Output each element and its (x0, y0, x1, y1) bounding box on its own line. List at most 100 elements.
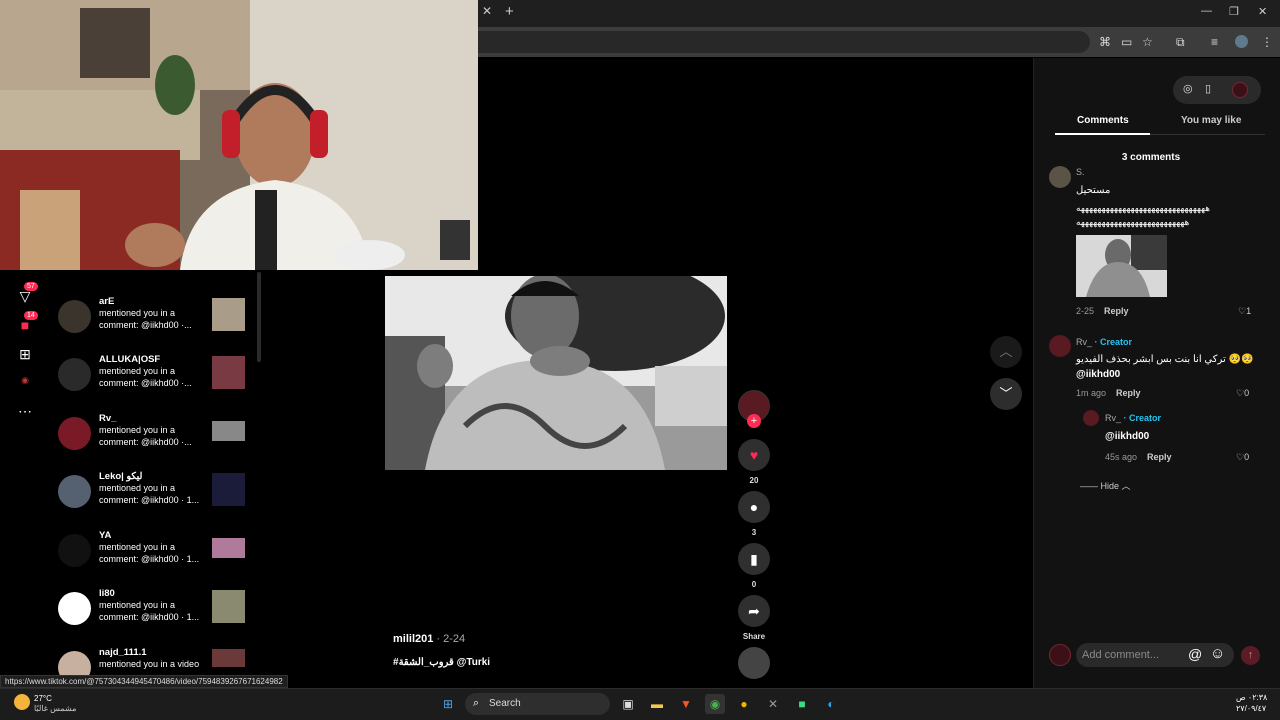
reply-avatar[interactable] (1083, 410, 1099, 426)
comment-like[interactable]: ♡1 (1238, 306, 1251, 317)
notification-item[interactable]: li80 mentioned you in a comment: @iikhd0… (52, 588, 252, 642)
upload-icon[interactable]: ⊞ (12, 346, 38, 366)
comment-avatar[interactable] (1049, 166, 1071, 188)
notification-message: mentioned you in a comment: @iikhd00 ·..… (99, 366, 192, 388)
mention-link[interactable]: @iikhd00 (1105, 431, 1149, 442)
profile-icon[interactable] (1235, 35, 1248, 48)
minimize-icon[interactable]: — (1201, 5, 1212, 17)
weather-icon[interactable] (14, 694, 30, 710)
sidebar-scrollbar[interactable] (257, 272, 261, 362)
comment-like[interactable]: ♡0 (1236, 388, 1249, 399)
previous-video-button[interactable]: ︿ (990, 336, 1022, 368)
address-bar[interactable] (478, 31, 1090, 53)
send-button[interactable]: ↑ (1241, 646, 1260, 665)
tab-comments[interactable]: Comments (1077, 115, 1129, 126)
weather-condition[interactable]: مشمس غالبًا (34, 704, 76, 713)
weather-temp[interactable]: 27°C (34, 694, 52, 703)
reply-author[interactable]: Rv_ · Creator (1105, 413, 1161, 423)
chrome-icon[interactable]: ◉ (705, 694, 725, 714)
media-icon[interactable]: ≡ (1211, 35, 1218, 49)
comment-icon[interactable]: ● (738, 491, 770, 523)
video-player[interactable] (385, 276, 727, 470)
comment-author[interactable]: Rv_ · Creator (1076, 337, 1132, 347)
like-action[interactable]: ♥ 20 (738, 439, 770, 485)
star-icon[interactable]: ☆ (1142, 35, 1153, 49)
tab-you-may-like[interactable]: You may like (1181, 115, 1241, 126)
video-author[interactable]: milil201 · 2-24 (393, 633, 465, 645)
status-url: https://www.tiktok.com/@7573043449454704… (0, 675, 288, 688)
notification-item[interactable]: Rv_ mentioned you in a comment: @iikhd00… (52, 413, 252, 467)
notification-item[interactable]: arE mentioned you in a comment: @iikhd00… (52, 296, 252, 350)
notification-item[interactable]: YA mentioned you in a comment: @iikhd00 … (52, 530, 252, 584)
close-window-icon[interactable]: ✕ (1258, 5, 1267, 18)
app-icon[interactable]: ✕ (763, 694, 783, 714)
close-tab-icon[interactable]: ✕ (482, 4, 496, 18)
share-action[interactable]: ➦ Share (738, 595, 770, 641)
notification-item[interactable]: Leko| ليكو mentioned you in a comment: @… (52, 471, 252, 525)
comment-avatar[interactable] (1049, 335, 1071, 357)
reply-like[interactable]: ♡0 (1236, 452, 1249, 463)
taskbar-search[interactable]: ⌕ Search (465, 693, 610, 715)
reply-button[interactable]: Reply (1147, 452, 1172, 462)
comment-text-line: هههههههههههههههههههههههههههههههه (1076, 203, 1211, 213)
restore-icon[interactable]: ❐ (1229, 5, 1239, 18)
reply-button[interactable]: Reply (1104, 306, 1129, 316)
comment-image[interactable] (1076, 235, 1167, 297)
comment-time: 2-25 (1076, 306, 1095, 316)
compass-icon[interactable]: ◎ (1183, 82, 1193, 95)
hide-replies-button[interactable]: —— Hide ︿ (1080, 479, 1131, 492)
avatar (58, 475, 91, 508)
save-action[interactable]: ▮ 0 (738, 543, 770, 589)
browser-tabstrip (478, 0, 1280, 27)
reply-button[interactable]: Reply (1116, 388, 1141, 398)
notification-thumbnail (212, 649, 245, 667)
menu-icon[interactable]: ⋮ (1261, 35, 1273, 49)
comment-author-name[interactable]: Rv_ (1076, 337, 1092, 347)
reply-author-name[interactable]: Rv_ (1105, 413, 1121, 423)
heart-icon[interactable]: ♥ (738, 439, 770, 471)
share-icon[interactable]: ➦ (738, 595, 770, 627)
task-view-icon[interactable]: ▣ (618, 694, 638, 714)
avatar (58, 358, 91, 391)
clock-time[interactable]: ٠٢:٣٨ ص (1236, 693, 1267, 702)
notification-message: mentioned you in a comment: @iikhd00 · 1… (99, 600, 200, 622)
translate-icon[interactable]: ⌘ (1099, 35, 1111, 49)
video-frame (385, 276, 727, 470)
comment-time: 1m ago (1076, 388, 1107, 398)
activity-icon[interactable]: ▽ 57 (12, 282, 38, 308)
extensions-icon[interactable]: ⧉ (1176, 35, 1185, 50)
more-icon[interactable]: ⋯ (12, 403, 38, 423)
file-explorer-icon[interactable]: ▬ (647, 694, 667, 714)
mention-link[interactable]: @iikhd00 (1076, 369, 1120, 380)
comment-action[interactable]: ● 3 (738, 491, 770, 537)
follow-button[interactable]: + (747, 414, 761, 428)
emoji-icon[interactable]: ☺ (1210, 645, 1225, 662)
cast-icon[interactable]: ▭ (1121, 35, 1132, 49)
avatar (58, 534, 91, 567)
profile-nav-icon[interactable]: ◉ (12, 375, 38, 395)
android-icon[interactable]: ■ (792, 694, 812, 714)
notification-item[interactable]: ALLUKA|OSF mentioned you in a comment: @… (52, 354, 252, 408)
bookmark-icon[interactable]: ▮ (738, 543, 770, 575)
hide-label[interactable]: Hide (1101, 481, 1120, 491)
music-disc[interactable] (738, 647, 770, 679)
comment-count: 3 (751, 528, 757, 537)
edge-icon[interactable]: ◐ (821, 694, 841, 714)
avatar (58, 417, 91, 450)
next-video-button[interactable]: ﹀ (990, 378, 1022, 410)
clock-date[interactable]: ٢٧/٠٩/٤٧ (1236, 704, 1266, 713)
comment-input[interactable] (1082, 646, 1192, 664)
brave-icon[interactable]: ▼ (676, 694, 696, 714)
webcam-overlay (0, 0, 478, 270)
messages-icon[interactable]: ■ 14 (12, 311, 38, 337)
start-icon[interactable]: ⊞ (438, 694, 458, 714)
author-name[interactable]: milil201 (393, 633, 433, 645)
discord-icon[interactable]: ● (734, 694, 754, 714)
new-tab-button[interactable]: + (505, 3, 514, 20)
comment-author[interactable]: S. (1076, 167, 1085, 177)
device-icon[interactable]: ▯ (1205, 82, 1211, 95)
notification-name: ALLUKA|OSF (99, 354, 161, 365)
account-avatar[interactable] (1232, 82, 1248, 98)
notification-name: YA (99, 530, 112, 541)
mention-icon[interactable]: @ (1188, 646, 1202, 662)
